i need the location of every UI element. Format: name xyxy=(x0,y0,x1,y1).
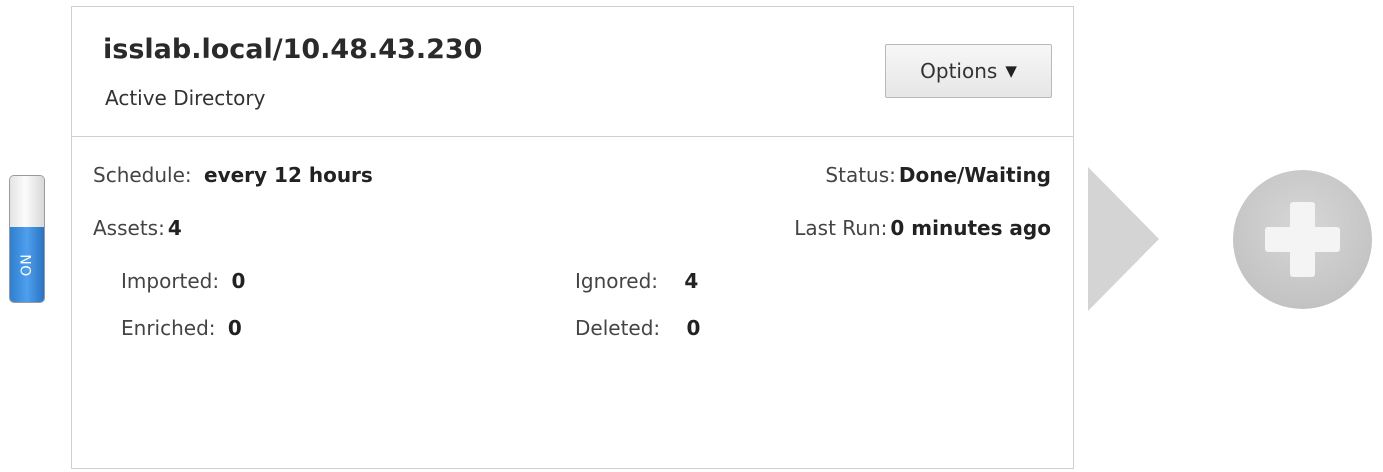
enriched-value: 0 xyxy=(227,316,242,340)
imported-row: Imported: 0 xyxy=(121,269,245,293)
toggle-label: ON xyxy=(19,253,35,276)
status-value: Done/Waiting xyxy=(898,163,1051,187)
caret-down-icon: ▼ xyxy=(1005,62,1017,80)
toggle-off-section xyxy=(10,176,44,229)
options-button[interactable]: Options ▼ xyxy=(885,44,1052,98)
last-run-label: Last Run: xyxy=(794,216,888,240)
ignored-row: Ignored: 4 xyxy=(575,269,698,293)
enriched-row: Enriched: 0 xyxy=(121,316,242,340)
enable-toggle[interactable]: ON xyxy=(9,175,45,303)
status-label: Status: xyxy=(825,163,896,187)
schedule-label: Schedule: xyxy=(93,163,192,187)
ignored-label: Ignored: xyxy=(575,269,659,293)
imported-label: Imported: xyxy=(121,269,220,293)
assets-label: Assets: xyxy=(93,216,165,240)
plus-circle-icon[interactable] xyxy=(1233,170,1372,309)
connector-stage: ON isslab.local/10.48.43.230 Active Dire… xyxy=(0,0,1383,472)
imported-value: 0 xyxy=(231,269,246,293)
play-arrow-icon xyxy=(1088,167,1159,311)
assets-row: Assets: 4 xyxy=(93,216,182,240)
status-row: Status: Done/Waiting xyxy=(825,163,1051,187)
last-run-row: Last Run: 0 minutes ago xyxy=(794,216,1051,240)
connector-card: isslab.local/10.48.43.230 Active Directo… xyxy=(71,6,1074,469)
deleted-row: Deleted: 0 xyxy=(575,316,700,340)
ignored-value: 4 xyxy=(684,269,699,293)
last-run-value: 0 minutes ago xyxy=(890,216,1051,240)
card-body: Schedule: every 12 hours Status: Done/Wai… xyxy=(72,137,1073,467)
toggle-on-section: ON xyxy=(10,227,44,302)
plus-vertical-bar xyxy=(1290,202,1315,277)
card-header: isslab.local/10.48.43.230 Active Directo… xyxy=(72,7,1073,137)
connector-title: isslab.local/10.48.43.230 xyxy=(103,34,483,65)
deleted-value: 0 xyxy=(686,316,701,340)
schedule-row: Schedule: every 12 hours xyxy=(93,163,373,187)
connector-type: Active Directory xyxy=(105,86,266,110)
schedule-value: every 12 hours xyxy=(204,163,373,187)
enriched-label: Enriched: xyxy=(121,316,216,340)
deleted-label: Deleted: xyxy=(575,316,661,340)
assets-value: 4 xyxy=(167,216,182,240)
options-label: Options xyxy=(920,59,998,83)
